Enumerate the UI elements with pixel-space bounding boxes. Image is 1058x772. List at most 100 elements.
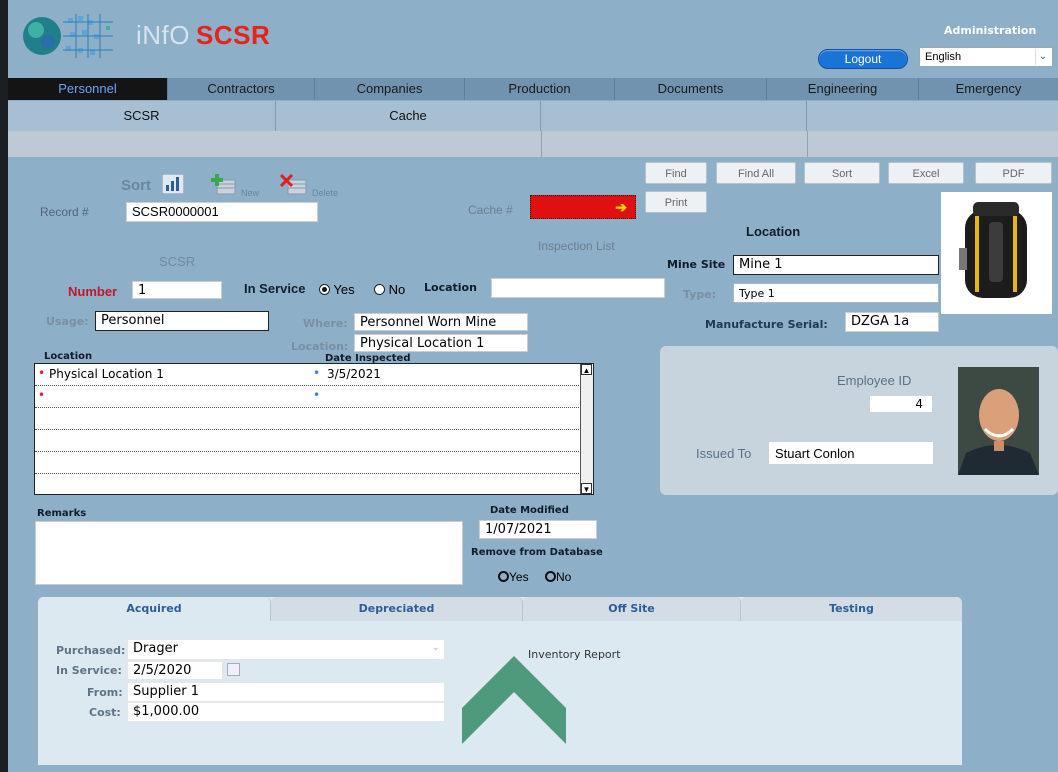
administration-link[interactable]: Administration — [944, 24, 1036, 37]
table-row[interactable] — [35, 452, 589, 474]
tab-acquired[interactable]: Acquired — [38, 597, 271, 621]
logo-icon — [23, 14, 113, 58]
no-label: No — [556, 570, 572, 584]
subtab-scsr[interactable]: SCSR — [8, 101, 276, 131]
main-nav: Personnel Contractors Companies Producti… — [8, 78, 1058, 100]
manufacture-serial-label: Manufacture Serial: — [705, 318, 828, 331]
language-value: English — [925, 51, 962, 63]
in-service-no-option[interactable]: No — [374, 282, 405, 297]
cache-label: Cache # — [468, 203, 513, 217]
date-modified-field[interactable]: 1/07/2021 — [479, 520, 597, 539]
radio-unselected-icon[interactable] — [498, 571, 509, 582]
section-title: SCSR — [159, 254, 196, 269]
table-row[interactable]: • Physical Location 1 • 3/5/2021 — [35, 364, 589, 386]
scsr-device-icon — [959, 202, 1027, 298]
mine-site-field[interactable]: Mine 1 — [733, 255, 939, 275]
location2-field[interactable]: Physical Location 1 — [354, 334, 528, 352]
tab-contractors[interactable]: Contractors — [168, 78, 315, 100]
chevron-up-icon[interactable] — [462, 656, 566, 744]
from-label: From: — [87, 686, 123, 699]
cost-field[interactable]: $1,000.00 — [127, 702, 445, 722]
yes-label: Yes — [509, 570, 529, 584]
delete-record-icon[interactable] — [280, 174, 308, 196]
scroll-down-icon[interactable]: ▼ — [581, 483, 592, 494]
remove-yes-option[interactable]: Yes — [498, 570, 529, 584]
date-modified-label: Date Modified — [490, 505, 569, 516]
location2-label: Location: — [291, 340, 349, 353]
tab-companies[interactable]: Companies — [315, 78, 465, 100]
new-record-icon[interactable] — [211, 174, 237, 196]
app-title: iNfO SCSR — [136, 20, 270, 51]
tab-documents[interactable]: Documents — [615, 78, 767, 100]
row-location: Physical Location 1 — [49, 367, 164, 381]
manufacture-serial-field[interactable]: DZGA 1a — [845, 312, 939, 332]
tab-emergency[interactable]: Emergency — [919, 78, 1058, 100]
radio-selected-icon[interactable] — [319, 284, 330, 295]
arrow-right-icon[interactable]: ➔ — [615, 199, 627, 216]
find-all-button[interactable]: Find All — [716, 162, 796, 184]
remarks-field[interactable] — [35, 521, 463, 585]
tab-depreciated[interactable]: Depreciated — [271, 597, 523, 621]
table-row[interactable] — [35, 430, 589, 452]
tab-off-site[interactable]: Off Site — [523, 597, 741, 621]
scsr-device-image — [941, 192, 1052, 314]
cost-label: Cost: — [89, 706, 121, 719]
employee-id-field[interactable]: 4 — [870, 396, 932, 412]
chevron-down-icon: ⌄ — [1035, 49, 1050, 65]
subtab-cache[interactable]: Cache — [276, 101, 541, 131]
remove-no-option[interactable]: No — [545, 570, 571, 584]
cache-field[interactable]: ➔ — [530, 195, 636, 219]
location-grid: • Physical Location 1 • 3/5/2021 • • ▲ ▼ — [34, 363, 594, 495]
sort-button[interactable]: Sort — [804, 162, 880, 184]
tab-personnel[interactable]: Personnel — [8, 78, 168, 100]
tab-testing[interactable]: Testing — [741, 597, 962, 621]
purchased-label: Purchased: — [56, 644, 126, 657]
inspection-list-link[interactable]: Inspection List — [538, 239, 615, 253]
radio-unselected-icon[interactable] — [374, 284, 385, 295]
number-label: Number — [68, 284, 118, 299]
bullet-icon: • — [38, 388, 46, 402]
calendar-icon[interactable] — [227, 663, 240, 676]
employee-photo — [958, 367, 1039, 475]
radio-unselected-icon[interactable] — [545, 571, 556, 582]
record-number-field[interactable]: SCSR0000001 — [126, 202, 318, 222]
print-button[interactable]: Print — [645, 191, 707, 213]
in-service-label: In Service — [244, 281, 306, 296]
no-label: No — [388, 282, 406, 297]
excel-button[interactable]: Excel — [888, 162, 964, 184]
usage-label: Usage: — [46, 315, 89, 328]
remarks-label: Remarks — [37, 508, 87, 519]
issued-to-field[interactable]: Stuart Conlon — [769, 442, 933, 464]
in-service-yes-option[interactable]: Yes — [319, 282, 355, 297]
purchased-select[interactable]: Drager ⌄ — [127, 639, 445, 660]
tab-production[interactable]: Production — [465, 78, 615, 100]
logout-button[interactable]: Logout — [818, 49, 908, 69]
new-label: New — [241, 188, 260, 198]
grid-scrollbar[interactable]: ▲ ▼ — [580, 364, 593, 494]
from-field[interactable]: Supplier 1 — [127, 682, 445, 702]
delete-label: Delete — [312, 188, 339, 198]
number-field[interactable]: 1 — [132, 281, 222, 299]
table-row[interactable] — [35, 474, 589, 495]
row-date: 3/5/2021 — [327, 367, 381, 381]
tab-engineering[interactable]: Engineering — [767, 78, 919, 100]
usage-field[interactable]: Personnel — [95, 311, 269, 331]
find-button[interactable]: Find — [645, 162, 707, 184]
chevron-down-icon: ⌄ — [431, 642, 440, 653]
subtab-empty-1[interactable] — [541, 101, 807, 131]
scroll-up-icon[interactable]: ▲ — [581, 364, 592, 375]
where-field[interactable]: Personnel Worn Mine — [354, 313, 528, 331]
pdf-button[interactable]: PDF — [975, 162, 1052, 184]
table-row[interactable]: • • — [35, 386, 589, 408]
type-field[interactable]: Type 1 — [733, 283, 939, 303]
divider — [541, 131, 542, 157]
yes-label: Yes — [333, 282, 355, 297]
subtab-empty-2[interactable] — [807, 101, 1058, 131]
bottom-tabs: Acquired Depreciated Off Site Testing — [38, 597, 962, 621]
table-row[interactable] — [35, 408, 589, 430]
language-select[interactable]: English ⌄ — [919, 47, 1053, 67]
bar-chart-icon[interactable] — [162, 174, 184, 194]
bullet-icon: • — [313, 366, 321, 380]
in-service-date-field[interactable]: 2/5/2020 — [127, 661, 223, 680]
location-field[interactable] — [491, 278, 665, 298]
